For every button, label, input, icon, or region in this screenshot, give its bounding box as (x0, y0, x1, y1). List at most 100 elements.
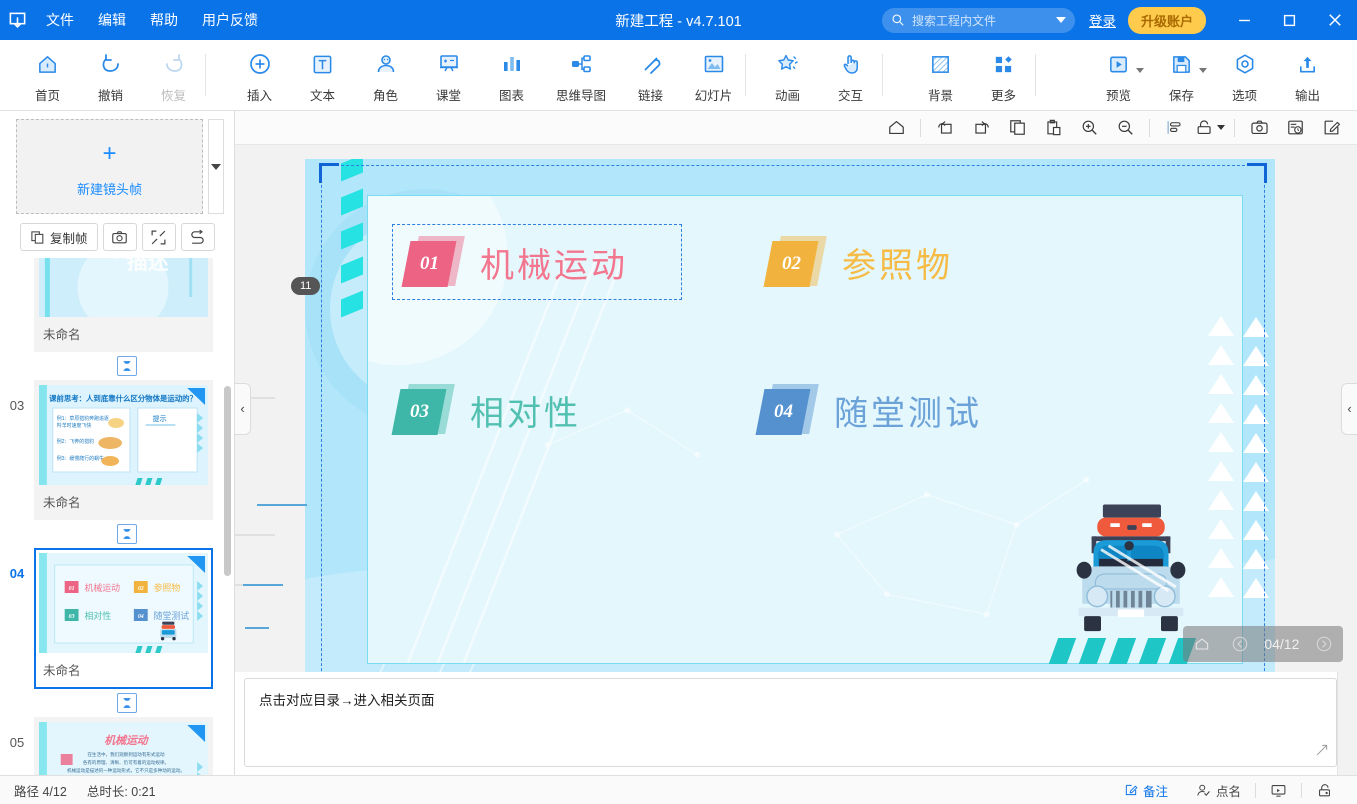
navigator-home-button[interactable] (1189, 631, 1215, 657)
ribbon-classroom[interactable]: 课堂 (417, 40, 480, 110)
frame-name: 未命名 (43, 496, 81, 510)
canvas-copy-button[interactable] (999, 114, 1035, 142)
notes-text[interactable]: 点击对应目录→进入相关页面 (245, 679, 1336, 723)
frame-transition[interactable] (0, 520, 220, 548)
frame-transition[interactable] (0, 352, 220, 380)
frames-list[interactable]: 的 描述 未命名 (0, 258, 234, 775)
ribbon-link[interactable]: 链接 (619, 40, 682, 110)
notes-box[interactable]: 点击对应目录→进入相关页面 (244, 678, 1337, 767)
copy-frame-button[interactable]: 复制帧 (20, 223, 98, 251)
login-link[interactable]: 登录 (1089, 10, 1116, 30)
ribbon-mindmap-label: 思维导图 (555, 88, 606, 103)
selection-corner-tr[interactable] (1245, 163, 1267, 185)
ribbon-chart[interactable]: 图表 (480, 40, 543, 110)
ribbon-redo[interactable]: 恢复 (142, 40, 205, 110)
maximize-icon[interactable] (1267, 0, 1312, 40)
minimize-icon[interactable] (1222, 0, 1267, 40)
ribbon-export[interactable]: 输出 (1276, 40, 1339, 110)
canvas-home-button[interactable] (878, 114, 914, 142)
menu-edit[interactable]: 编辑 (86, 4, 138, 36)
toc-number: 01 (419, 253, 439, 274)
navigator-next-button[interactable] (1311, 631, 1337, 657)
ribbon-background[interactable]: 背景 (909, 40, 972, 110)
selection-corner-tl[interactable] (319, 163, 341, 185)
navigator-prev-button[interactable] (1227, 631, 1253, 657)
workspace: + 新建镜头帧 复制帧 描述 未命名 03 课前思考：人到底靠什么区分物体是运动… (0, 111, 1357, 775)
ribbon-slide[interactable]: 幻灯片 (682, 40, 745, 110)
frame-card[interactable]: 课前思考：人到底靠什么区分物体是运动的？ 提示 例1：草原猎豹奔跑追逐 羚羊时速… (34, 380, 213, 520)
menu-file[interactable]: 文件 (34, 4, 86, 36)
close-icon[interactable] (1312, 0, 1357, 40)
status-display-button[interactable] (1256, 782, 1301, 799)
ribbon-text-label: 文本 (309, 88, 335, 103)
status-notes-button[interactable]: 备注 (1110, 781, 1182, 800)
search-input[interactable]: 搜索工程内文件 (881, 7, 1075, 33)
svg-text:课前思考：人到底靠什么区分物体是运动的？: 课前思考：人到底靠什么区分物体是运动的？ (49, 393, 197, 403)
canvas-paste-button[interactable] (1035, 114, 1071, 142)
svg-text:03: 03 (69, 614, 75, 620)
collapse-left-panel-button[interactable]: ‹ (235, 382, 251, 435)
ribbon-options[interactable]: 选项 (1213, 40, 1276, 110)
ribbon-character[interactable]: 角色 (354, 40, 417, 110)
frames-scrollbar[interactable] (224, 262, 231, 771)
frame-thumbnail: 01 机械运动 02 参照物 03 相对性 04 随堂测试 (39, 553, 208, 653)
timeline-icon (1287, 120, 1303, 135)
canvas-lock-button[interactable] (1192, 114, 1228, 142)
fit-frame-button[interactable] (141, 223, 176, 251)
toc-item-01[interactable]: 01 机械运动 (401, 236, 628, 288)
canvas-snapshot-button[interactable] (1241, 114, 1277, 142)
menu-feedback[interactable]: 用户反馈 (190, 4, 270, 36)
ribbon-home[interactable]: 首页 (16, 40, 79, 110)
ribbon-animation[interactable]: 动画 (756, 40, 819, 110)
canvas-edit-button[interactable] (1313, 114, 1349, 142)
ribbon-save[interactable]: 保存 (1150, 40, 1213, 110)
list-item[interactable]: 的 描述 未命名 (0, 258, 220, 352)
canvas-rotate-right-button[interactable] (963, 114, 999, 142)
chevron-down-icon[interactable] (1217, 125, 1225, 130)
frame-card[interactable]: 的 描述 未命名 (34, 258, 213, 352)
ribbon-mindmap[interactable]: 思维导图 (543, 40, 619, 110)
frame-card[interactable]: 机械运动 在生活中，我们观察到运动有形式运动 各有的原理、清晰、仍可有着的运动规… (34, 717, 213, 775)
decorative-stripes-left (341, 159, 365, 389)
toc-badge-02: 02 (763, 236, 827, 288)
list-item[interactable]: 05 机械运动 在生活中，我们观察到运动有形式运动 各有的原理、清晰、仍可有着的… (0, 717, 220, 775)
list-item[interactable]: 03 课前思考：人到底靠什么区分物体是运动的？ 提示 例1：草原猎豹奔跑追逐 羚… (0, 380, 220, 520)
slide-stage[interactable]: 01 机械运动 02 参照物 03 相对性 04 随堂测试 11 (291, 159, 1275, 672)
chevron-down-icon[interactable] (1055, 17, 1066, 23)
collapse-right-panel-button[interactable]: ‹ (1341, 382, 1357, 435)
decorative-triangles-stage (1243, 317, 1271, 607)
canvas-rotate-left-button[interactable] (927, 114, 963, 142)
frames-scroll-down-button[interactable] (208, 119, 224, 214)
frame-card-active[interactable]: 01 机械运动 02 参照物 03 相对性 04 随堂测试 未命名 (34, 548, 213, 689)
ribbon-more[interactable]: 更多 (972, 40, 1035, 110)
status-rollcall-button[interactable]: 点名 (1182, 781, 1255, 800)
chevron-down-icon[interactable] (1136, 68, 1144, 73)
resize-handle-icon[interactable] (1314, 742, 1330, 758)
frame-badge[interactable]: 11 (291, 277, 321, 295)
toc-item-04[interactable]: 04 随堂测试 (755, 384, 982, 436)
status-lock-button[interactable] (1302, 782, 1347, 799)
slide-navigator[interactable]: 04/12 (1183, 626, 1343, 662)
upgrade-account-button[interactable]: 升级账户 (1127, 6, 1206, 34)
menu-help[interactable]: 帮助 (138, 4, 190, 36)
ribbon-preview[interactable]: 预览 (1087, 40, 1150, 110)
reorder-frames-button[interactable] (180, 223, 215, 251)
canvas-align-button[interactable] (1156, 114, 1192, 142)
ribbon-text[interactable]: 文本 (291, 40, 354, 110)
toc-item-03[interactable]: 03 相对性 (391, 384, 581, 436)
canvas-timeline-button[interactable] (1277, 114, 1313, 142)
redo-icon (162, 51, 186, 78)
ribbon-insert[interactable]: 插入 (228, 40, 291, 110)
canvas-zoom-out-button[interactable] (1107, 114, 1143, 142)
chevron-down-icon[interactable] (1199, 68, 1207, 73)
frame-transition[interactable] (0, 689, 220, 717)
list-item[interactable]: 04 01 机械运动 02 参照物 03 相对性 04 随堂测试 未命名 (0, 548, 220, 689)
slide-canvas[interactable]: 01 机械运动 02 参照物 03 相对性 04 随堂测试 11 04/12 ‹… (235, 145, 1357, 672)
ribbon-interaction[interactable]: 交互 (819, 40, 882, 110)
capture-frame-button[interactable] (102, 223, 137, 251)
canvas-zoom-in-button[interactable] (1071, 114, 1107, 142)
new-frame-button[interactable]: + 新建镜头帧 (16, 119, 203, 214)
toc-item-02[interactable]: 02 参照物 (763, 236, 953, 288)
transition-icon (117, 693, 137, 713)
ribbon-undo[interactable]: 撤销 (79, 40, 142, 110)
